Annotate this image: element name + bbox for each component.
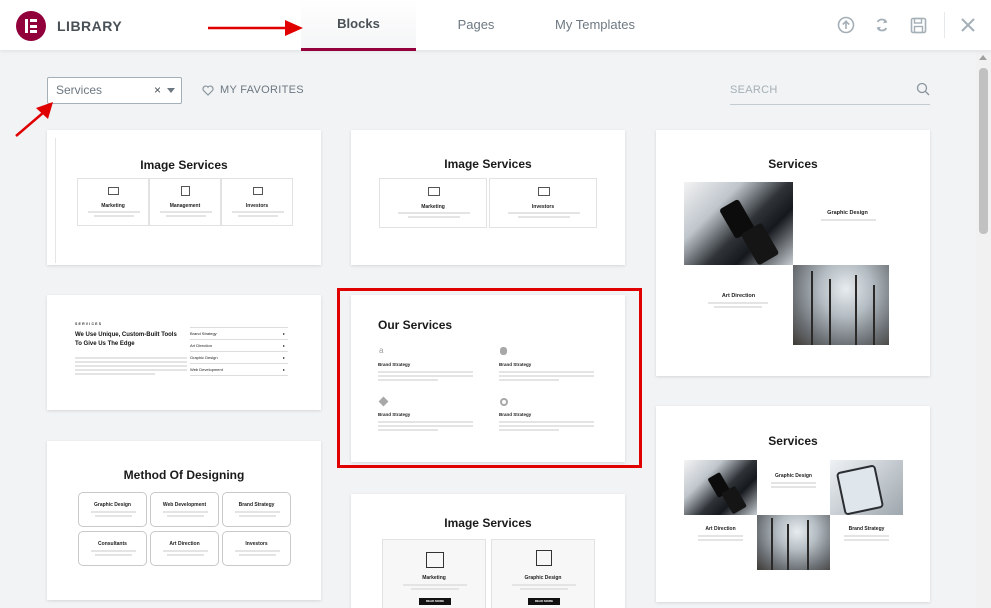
search-input[interactable]: SEARCH [730, 78, 930, 105]
service-label: Art Direction [721, 293, 756, 299]
devices-photo [684, 182, 793, 266]
service-label: Brand Strategy [238, 502, 275, 508]
read-more-button[interactable]: READ MORE [528, 599, 560, 603]
card-title: Method Of Designing [123, 468, 245, 482]
category-filter-select[interactable]: Services × [47, 77, 182, 104]
tablet-photo [830, 460, 903, 516]
filter-clear-button[interactable]: × [154, 78, 161, 103]
headline-line-1: We Use Unique, Custom-Built Tools [75, 332, 177, 338]
service-label: Graphic Design [94, 502, 131, 508]
scroll-up-icon[interactable] [979, 55, 987, 60]
card-title: Services [768, 434, 818, 448]
list-item: Art Direction [190, 343, 213, 348]
service-label: Brand Strategy [848, 526, 885, 532]
card-title: Image Services [444, 157, 532, 171]
scrollbar-thumb[interactable] [979, 68, 988, 234]
service-label: Investors [245, 203, 269, 209]
template-card-services-list[interactable]: SERVICES We Use Unique, Custom-Built Too… [47, 295, 321, 410]
service-label: Graphic Design [827, 210, 868, 216]
filter-value: Services [56, 83, 103, 97]
card-title: Services [768, 157, 818, 171]
upload-icon[interactable] [835, 14, 857, 36]
toolbar-divider [944, 12, 945, 38]
tab-my-templates[interactable]: My Templates [540, 0, 650, 51]
search-placeholder: SEARCH [730, 84, 778, 96]
forest-photo [757, 515, 830, 570]
service-label: Consultants [98, 541, 127, 547]
eyebrow-text: SERVICES [75, 322, 103, 326]
chevron-down-icon[interactable] [167, 88, 175, 93]
elementor-logo [16, 11, 46, 41]
service-label: Art Direction [705, 526, 736, 532]
template-card-services-grid[interactable]: Services Graphic Design Art Direction Br… [656, 406, 930, 602]
close-icon[interactable] [957, 14, 979, 36]
card-title: Image Services [140, 158, 228, 172]
list-item: Graphic Design [190, 355, 218, 360]
service-label: Art Direction [169, 541, 200, 547]
forest-photo [793, 265, 889, 345]
heart-icon [202, 84, 214, 96]
service-label: Marketing [421, 204, 445, 210]
annotation-arrow-diagonal [15, 102, 53, 137]
template-card-image-services-2[interactable]: Image Services Marketing Investors [351, 130, 625, 265]
library-header: LIBRARY Blocks Pages My Templates [0, 0, 991, 51]
service-label: Graphic Design [775, 473, 812, 479]
search-icon[interactable] [916, 82, 930, 96]
service-label: Graphic Design [524, 575, 562, 581]
card-title: Image Services [444, 516, 532, 530]
template-card-image-services-1[interactable]: Image Services Marketing Management Inve… [47, 130, 321, 265]
library-title: LIBRARY [57, 18, 123, 34]
service-label: Management [169, 203, 201, 209]
annotation-highlight-box [337, 288, 642, 468]
favorites-label: MY FAVORITES [220, 84, 304, 96]
headline-line-2: To Give Us The Edge [75, 341, 135, 347]
service-label: Web Development [162, 502, 207, 508]
my-favorites-toggle[interactable]: MY FAVORITES [202, 84, 304, 96]
template-card-method-of-designing[interactable]: Method Of Designing Graphic Design Web D… [47, 441, 321, 600]
list-item: Web Development [190, 367, 223, 372]
template-card-services-photos[interactable]: Services Graphic Design Art Direction [656, 130, 930, 376]
read-more-button[interactable]: READ MORE [419, 599, 451, 603]
service-label: Marketing [422, 575, 446, 581]
tab-pages[interactable]: Pages [426, 0, 526, 51]
template-card-image-services-3[interactable]: Image Services Marketing READ MORE Graph… [351, 494, 625, 608]
service-label: Investors [531, 204, 555, 210]
save-icon[interactable] [907, 14, 929, 36]
list-item: Brand Strategy [190, 331, 217, 336]
devices-photo [684, 460, 757, 515]
sync-icon[interactable] [871, 14, 893, 36]
annotation-arrow-right [208, 20, 303, 36]
tab-blocks[interactable]: Blocks [301, 0, 416, 51]
service-label: Marketing [101, 203, 125, 209]
service-label: Investors [245, 541, 268, 547]
